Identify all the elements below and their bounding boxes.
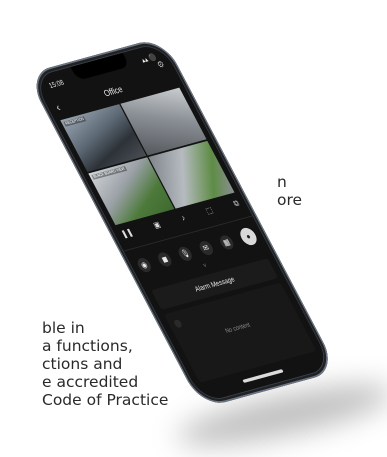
snapshot-icon[interactable]: ▣ xyxy=(152,220,165,235)
home-indicator xyxy=(242,369,284,383)
phone-screen: 15:08 ▴▴ ⚫ ‹ Office ⚙ RECEPTION BLACK BO… xyxy=(32,42,333,403)
phone-body: 15:08 ▴▴ ⚫ ‹ Office ⚙ RECEPTION BLACK BO… xyxy=(26,36,339,409)
grid-icon[interactable]: ▦ xyxy=(217,234,236,251)
gear-icon[interactable]: ⚙ xyxy=(153,55,169,75)
playback-icon[interactable]: ◉ xyxy=(135,256,154,274)
microphone-icon[interactable]: 🎙 xyxy=(176,245,195,263)
pause-icon[interactable]: ❚❚ xyxy=(120,228,138,245)
lock-icon xyxy=(172,319,184,329)
message-icon[interactable]: ✉ xyxy=(196,239,216,257)
page-title: Office xyxy=(102,84,125,99)
status-time: 15:08 xyxy=(47,78,66,90)
audio-icon[interactable]: ♪ xyxy=(180,214,190,229)
empty-state-text: No content xyxy=(223,321,252,335)
back-icon[interactable]: ‹ xyxy=(52,98,64,117)
ptz-button[interactable]: ● xyxy=(237,226,260,247)
record-icon[interactable]: ⬚ xyxy=(204,206,217,221)
split-view-icon[interactable]: ⧉ xyxy=(232,199,244,214)
camera-label: RECEPTION xyxy=(63,116,87,127)
phone-mockup: 15:08 ▴▴ ⚫ ‹ Office ⚙ RECEPTION BLACK BO… xyxy=(0,0,387,457)
camera-icon[interactable]: ◼ xyxy=(155,251,175,268)
